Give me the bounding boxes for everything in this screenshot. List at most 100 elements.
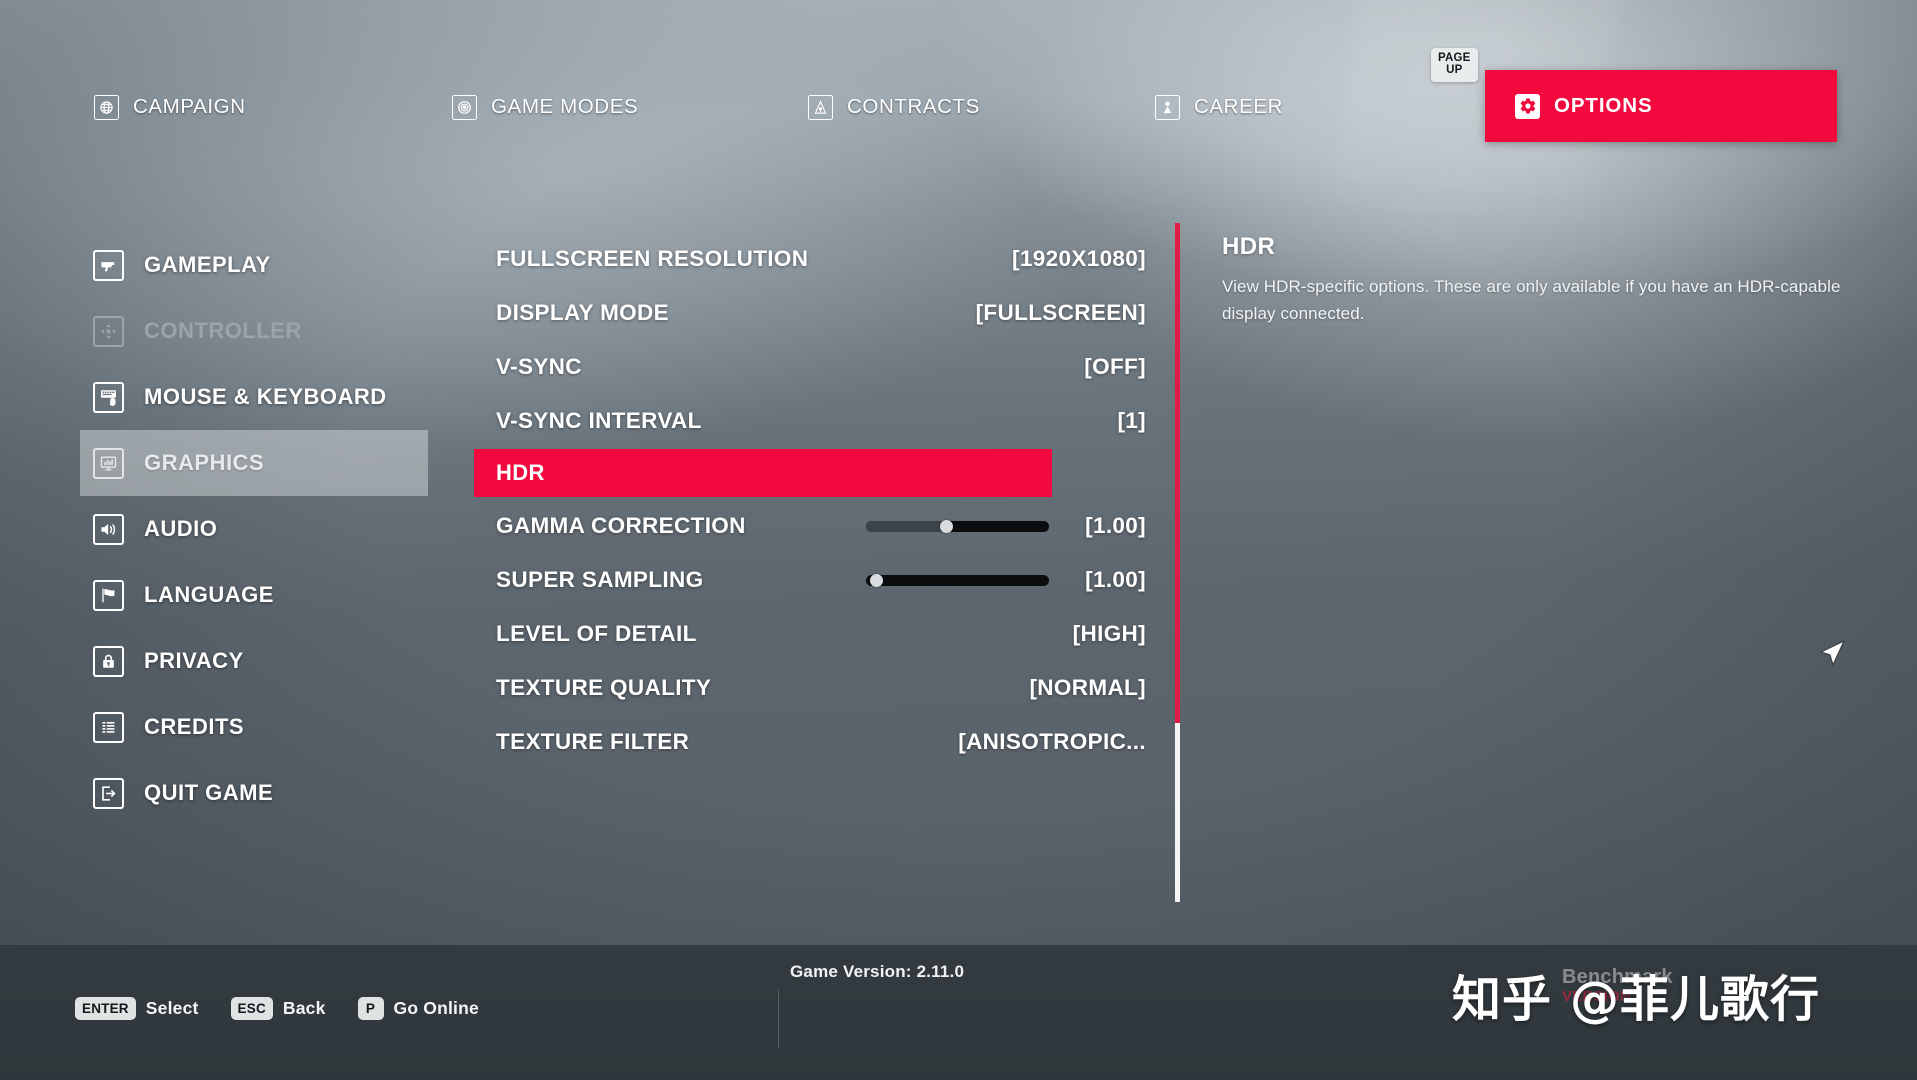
description-body: View HDR-specific options. These are onl…	[1222, 277, 1841, 323]
gamma-correction-slider-handle[interactable]	[940, 519, 953, 533]
top-navigation: CAMPAIGN GAME MODES CONTRACTS CAREER OPT…	[0, 70, 1917, 142]
key-p: P	[357, 997, 384, 1020]
key-enter: ENTER	[75, 997, 136, 1020]
sidebar-item-language-label: LANGUAGE	[144, 582, 274, 607]
speaker-icon	[93, 513, 124, 545]
setting-value: [OFF]	[1084, 354, 1146, 379]
sidebar-item-credits[interactable]: CREDITS	[80, 694, 428, 760]
setting-value: [ANISOTROPIC...	[958, 729, 1146, 754]
tab-options-label: OPTIONS	[1554, 94, 1653, 117]
sidebar-item-quit-game[interactable]: QUIT GAME	[80, 760, 428, 826]
setting-row-fullscreen-resolution[interactable]: FULLSCREEN RESOLUTION [1920X1080]	[474, 232, 1174, 286]
setting-value: [HIGH]	[1072, 621, 1146, 646]
key-esc: ESC	[230, 997, 273, 1020]
tab-campaign-label: CAMPAIGN	[133, 95, 246, 118]
hint-select[interactable]: ENTER Select	[75, 997, 199, 1020]
hint-select-label: Select	[145, 998, 199, 1018]
hint-back-label: Back	[282, 998, 326, 1018]
super-sampling-slider-handle[interactable]	[870, 573, 883, 587]
setting-row-v-sync[interactable]: V-SYNC [OFF]	[474, 340, 1174, 394]
setting-value: [NORMAL]	[1029, 675, 1146, 700]
setting-row-v-sync-interval[interactable]: V-SYNC INTERVAL [1]	[474, 394, 1174, 448]
sidebar-item-audio[interactable]: AUDIO	[80, 496, 428, 562]
sidebar-item-mouse-keyboard[interactable]: MOUSE & KEYBOARD	[80, 364, 428, 430]
description-title: HDR	[1222, 233, 1276, 260]
sidebar-item-audio-label: AUDIO	[144, 516, 218, 541]
sidebar-item-credits-label: CREDITS	[144, 714, 245, 739]
footer-divider	[778, 990, 779, 1048]
scroll-indicator-track[interactable]	[1175, 723, 1180, 902]
settings-sidebar: GAMEPLAY CONTROLLER MOUSE & KEYBOARD GRA…	[80, 232, 428, 826]
setting-label: DISPLAY MODE	[496, 300, 669, 325]
globe-icon	[94, 94, 119, 120]
sidebar-item-graphics-label: GRAPHICS	[144, 450, 265, 475]
zhihu-watermark: 知乎 @菲儿歌行	[1452, 971, 1821, 1028]
page-up-line2: UP	[1446, 63, 1463, 76]
setting-row-super-sampling[interactable]: SUPER SAMPLING [1.00]	[474, 553, 1174, 607]
tab-game-modes-label: GAME MODES	[491, 95, 639, 118]
tab-game-modes[interactable]: GAME MODES	[452, 79, 638, 135]
setting-row-texture-quality[interactable]: TEXTURE QUALITY [NORMAL]	[474, 661, 1174, 715]
setting-value: [1]	[1117, 408, 1146, 433]
game-version-label: Game Version: 2.11.0	[790, 962, 965, 981]
sidebar-item-graphics[interactable]: GRAPHICS	[80, 430, 428, 496]
setting-value: [1920X1080]	[1012, 246, 1146, 271]
setting-label: TEXTURE QUALITY	[496, 675, 712, 700]
setting-value: [1.00]	[1085, 513, 1146, 538]
hint-back[interactable]: ESC Back	[230, 997, 326, 1020]
page-up-badge[interactable]: PAGE UP	[1431, 48, 1478, 82]
setting-value: [1.00]	[1085, 567, 1146, 592]
footer-key-hints: ENTER Select ESC Back P Go Online	[75, 997, 479, 1020]
flag-icon	[93, 579, 124, 611]
setting-row-display-mode[interactable]: DISPLAY MODE [FULLSCREEN]	[474, 286, 1174, 340]
gamma-correction-slider[interactable]	[866, 520, 1049, 532]
target-icon	[452, 94, 477, 120]
tab-contracts[interactable]: CONTRACTS	[808, 79, 980, 135]
sidebar-item-language[interactable]: LANGUAGE	[80, 562, 428, 628]
tab-career-label: CAREER	[1194, 95, 1284, 118]
setting-label: FULLSCREEN RESOLUTION	[496, 246, 809, 271]
setting-label: HDR	[496, 460, 545, 485]
super-sampling-slider[interactable]	[866, 574, 1049, 586]
setting-value: [FULLSCREEN]	[975, 300, 1146, 325]
sidebar-item-privacy-label: PRIVACY	[144, 648, 244, 673]
sidebar-item-quit-game-label: QUIT GAME	[144, 780, 274, 805]
tab-options[interactable]: OPTIONS	[1485, 70, 1837, 142]
setting-row-hdr[interactable]: HDR	[474, 449, 1052, 497]
page-up-line1: PAGE	[1438, 52, 1471, 64]
setting-label: V-SYNC	[496, 354, 582, 379]
setting-row-level-of-detail[interactable]: LEVEL OF DETAIL [HIGH]	[474, 607, 1174, 661]
list-icon	[93, 711, 124, 743]
tab-campaign[interactable]: CAMPAIGN	[94, 79, 246, 135]
setting-label: LEVEL OF DETAIL	[496, 621, 697, 646]
sidebar-item-gameplay[interactable]: GAMEPLAY	[80, 232, 428, 298]
contract-icon	[808, 94, 833, 120]
sidebar-item-gameplay-label: GAMEPLAY	[144, 252, 271, 277]
setting-label: TEXTURE FILTER	[496, 729, 690, 754]
keyboard-icon	[93, 381, 124, 413]
lock-icon	[93, 645, 124, 677]
dpad-icon	[93, 315, 124, 347]
mouse-cursor	[1817, 635, 1847, 669]
hint-go-online-label: Go Online	[393, 998, 479, 1018]
exit-icon	[93, 777, 124, 809]
sidebar-item-privacy[interactable]: PRIVACY	[80, 628, 428, 694]
tab-career[interactable]: CAREER	[1155, 79, 1283, 135]
setting-label: V-SYNC INTERVAL	[496, 408, 702, 433]
setting-row-texture-filter[interactable]: TEXTURE FILTER [ANISOTROPIC...	[474, 715, 1174, 769]
scroll-indicator-filled[interactable]	[1175, 223, 1180, 723]
gear-icon	[1515, 93, 1540, 119]
pistol-icon	[93, 249, 124, 281]
person-icon	[1155, 94, 1180, 120]
setting-label: GAMMA CORRECTION	[496, 513, 746, 538]
description-panel: HDR View HDR-specific options. These are…	[1222, 233, 1842, 327]
setting-row-gamma-correction[interactable]: GAMMA CORRECTION [1.00]	[474, 499, 1174, 553]
monitor-icon	[93, 447, 124, 479]
sidebar-item-controller: CONTROLLER	[80, 298, 428, 364]
tab-contracts-label: CONTRACTS	[847, 95, 980, 118]
hint-go-online[interactable]: P Go Online	[357, 997, 479, 1020]
sidebar-item-mouse-keyboard-label: MOUSE & KEYBOARD	[144, 384, 387, 409]
sidebar-item-controller-label: CONTROLLER	[144, 318, 302, 343]
setting-label: SUPER SAMPLING	[496, 567, 704, 592]
settings-list: FULLSCREEN RESOLUTION [1920X1080] DISPLA…	[474, 232, 1174, 769]
